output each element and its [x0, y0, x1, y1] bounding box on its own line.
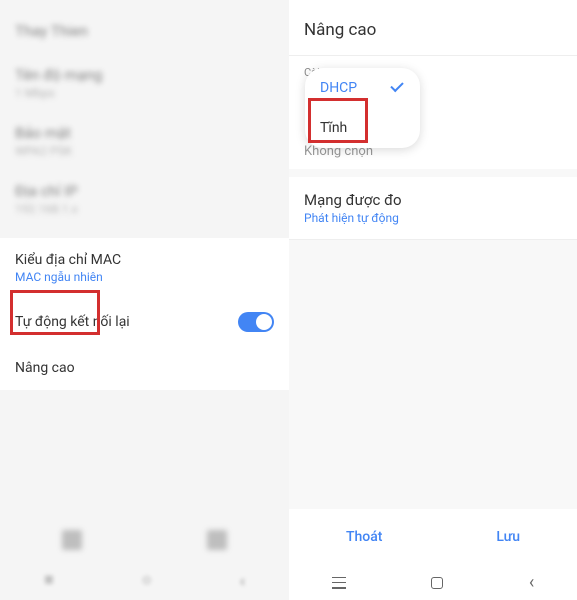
dropdown-option-dhcp[interactable]: DHCP	[305, 68, 420, 108]
blurred-text: 192.168.1.x	[15, 202, 274, 216]
clear-settings-section: Kiểu địa chỉ MAC MAC ngẫu nhiên Tự động …	[0, 238, 289, 390]
dhcp-label: DHCP	[320, 80, 357, 96]
blurred-text: WPA2 PSK	[15, 144, 274, 158]
left-settings-panel: Thay Thien Tên độ mạng 1 Mbps Bảo mật WP…	[0, 0, 289, 600]
blurred-text: Tên độ mạng	[15, 66, 274, 84]
home-icon[interactable]	[431, 577, 443, 589]
auto-reconnect-label: Tự động kết nối lại	[15, 314, 130, 330]
auto-reconnect-row[interactable]: Tự động kết nối lại	[0, 298, 289, 346]
recent-apps-icon[interactable]	[332, 577, 346, 589]
bottom-action-bar: Thoát Lưu	[289, 509, 577, 565]
metered-label: Mạng được đo	[304, 191, 562, 209]
ip-dropdown-popup: DHCP Tĩnh	[305, 68, 420, 148]
blurred-nav: ≡○‹	[0, 560, 289, 600]
blurred-text: 1 Mbps	[15, 86, 274, 100]
blurred-background: Thay Thien Tên độ mạng 1 Mbps Bảo mật WP…	[0, 0, 289, 238]
back-icon[interactable]: ‹	[529, 572, 534, 593]
advanced-row[interactable]: Nâng cao	[0, 346, 289, 390]
blurred-text: Thay Thien	[15, 22, 274, 40]
mac-address-row[interactable]: Kiểu địa chỉ MAC MAC ngẫu nhiên	[0, 238, 289, 298]
toggle-switch-on[interactable]	[238, 312, 274, 332]
advanced-label: Nâng cao	[15, 360, 274, 376]
metered-network-row[interactable]: Mạng được đo Phát hiện tự động	[289, 177, 577, 240]
dropdown-option-static[interactable]: Tĩnh	[305, 108, 420, 148]
save-button[interactable]: Lưu	[466, 524, 550, 550]
blurred-text: Bảo mật	[15, 124, 274, 142]
exit-button[interactable]: Thoát	[316, 524, 412, 550]
static-label: Tĩnh	[320, 120, 347, 136]
system-nav-bar: ‹	[289, 565, 577, 600]
page-title: Nâng cao	[304, 20, 562, 40]
advanced-header: Nâng cao	[289, 0, 577, 56]
check-icon	[389, 82, 405, 94]
mac-value: MAC ngẫu nhiên	[15, 270, 274, 284]
blurred-text: Địa chỉ IP	[15, 182, 274, 200]
mac-label: Kiểu địa chỉ MAC	[15, 252, 274, 268]
metered-value: Phát hiện tự động	[304, 211, 562, 225]
blurred-tabs	[0, 520, 289, 560]
